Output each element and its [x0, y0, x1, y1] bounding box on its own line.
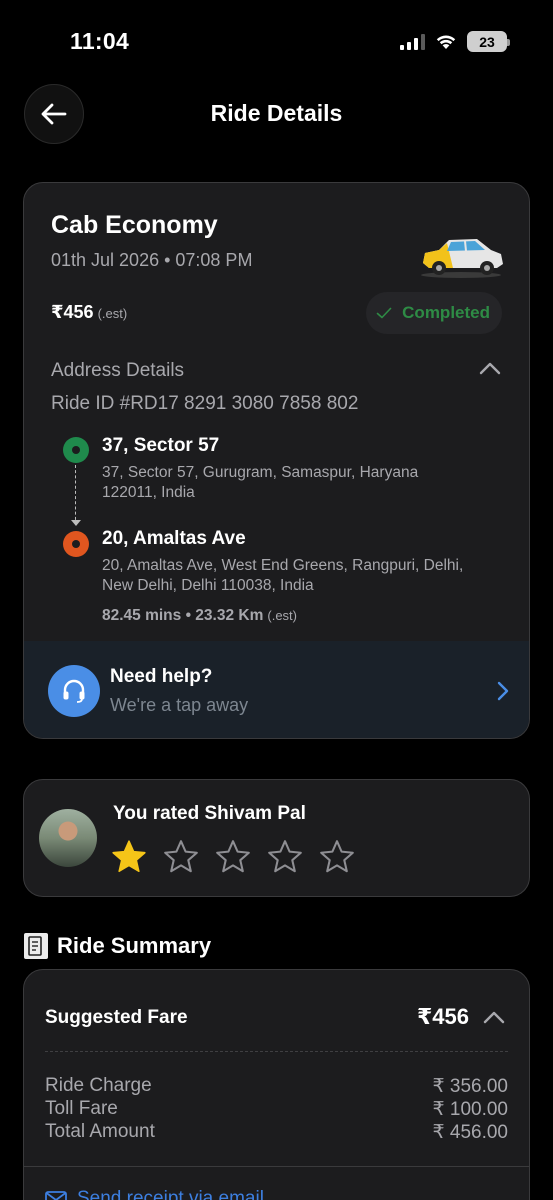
- trip-meta: 82.45 mins • 23.32 Km (.est): [102, 607, 297, 625]
- driver-avatar: [39, 809, 97, 867]
- fare-row-value: ₹ 100.00: [432, 1099, 508, 1120]
- star-icon-4[interactable]: [266, 838, 304, 876]
- ride-id: Ride ID #RD17 8291 3080 7858 802: [51, 393, 359, 414]
- ride-datetime: 01th Jul 2026 • 07:08 PM: [51, 250, 253, 270]
- status-icons: 23: [400, 31, 510, 52]
- chevron-up-icon[interactable]: [483, 1010, 505, 1024]
- status-time: 11:04: [70, 28, 130, 54]
- fare-row-label: Ride Charge: [45, 1075, 152, 1096]
- ride-price: ₹456 (.est): [51, 302, 127, 323]
- ride-details-card: Cab Economy 01th Jul 2026 • 07:08 PM ₹45…: [23, 182, 530, 739]
- star-icon-3[interactable]: [214, 838, 252, 876]
- help-title: Need help?: [110, 666, 213, 687]
- fare-row-value: ₹ 456.00: [432, 1122, 508, 1143]
- ride-service-name: Cab Economy: [51, 211, 218, 239]
- drop-dot-icon: [63, 531, 89, 557]
- address-section-title: Address Details: [51, 360, 185, 381]
- route-connector: [75, 465, 76, 525]
- pickup-address: 37, Sector 57, Gurugram, Samaspur, Harya…: [102, 464, 419, 501]
- receipt-icon: [24, 933, 48, 959]
- status-badge: Completed: [366, 292, 502, 334]
- status-label: Completed: [402, 303, 490, 322]
- drop-address: 20, Amaltas Ave, West End Greens, Rangpu…: [102, 557, 464, 594]
- fare-row-label: Toll Fare: [45, 1098, 118, 1119]
- ride-summary-header: Ride Summary: [23, 932, 211, 960]
- battery-level: 23: [479, 33, 495, 50]
- route-arrow-icon: [71, 520, 81, 526]
- star-icon-2[interactable]: [162, 838, 200, 876]
- fare-row-value: ₹ 356.00: [432, 1076, 508, 1097]
- trip-duration-distance: 82.45 mins • 23.32 Km: [102, 607, 264, 624]
- ride-price-value: ₹456: [51, 302, 94, 322]
- battery-icon: 23: [467, 31, 510, 52]
- chevron-right-icon: [497, 681, 509, 701]
- need-help-row[interactable]: Need help? We're a tap away: [24, 641, 529, 738]
- fare-divider: [45, 1051, 508, 1052]
- ride-summary-title: Ride Summary: [57, 933, 212, 958]
- send-receipt-link[interactable]: Send receipt via email: [45, 1188, 264, 1200]
- fare-row: Total Amount ₹ 456.00: [45, 1121, 508, 1144]
- star-icon-5[interactable]: [318, 838, 356, 876]
- fare-card: Suggested Fare ₹456 Ride Charge ₹ 356.00…: [23, 969, 530, 1200]
- pickup-name: 37, Sector 57: [102, 435, 220, 456]
- star-icon-1[interactable]: [110, 838, 148, 876]
- fare-row: Ride Charge ₹ 356.00: [45, 1075, 508, 1098]
- status-bar: 11:04 23: [0, 0, 553, 80]
- help-subtitle: We're a tap away: [110, 695, 249, 715]
- star-rating[interactable]: [110, 838, 356, 876]
- page-title: Ride Details: [210, 100, 343, 126]
- drop-name: 20, Amaltas Ave: [102, 528, 246, 549]
- pickup-dot-icon: [63, 437, 89, 463]
- mail-icon: [45, 1191, 67, 1200]
- trip-meta-note: (.est): [267, 608, 298, 623]
- rating-title: You rated Shivam Pal: [113, 803, 306, 824]
- check-icon: [376, 307, 392, 319]
- fare-row: Toll Fare ₹ 100.00: [45, 1098, 508, 1121]
- ride-price-note: (.est): [97, 306, 128, 321]
- headset-icon: [48, 665, 100, 717]
- fare-row-label: Total Amount: [45, 1121, 155, 1142]
- wifi-icon: [436, 35, 456, 49]
- chevron-up-icon[interactable]: [479, 361, 501, 375]
- cab-car-icon: [421, 239, 503, 278]
- fare-title: Suggested Fare: [45, 1007, 188, 1028]
- send-receipt-label: Send receipt via email: [77, 1188, 264, 1200]
- fare-total: ₹456: [416, 1004, 469, 1029]
- cellular-signal-icon: [400, 33, 425, 50]
- receipt-separator: [24, 1166, 529, 1167]
- driver-rating-card: You rated Shivam Pal: [23, 779, 530, 897]
